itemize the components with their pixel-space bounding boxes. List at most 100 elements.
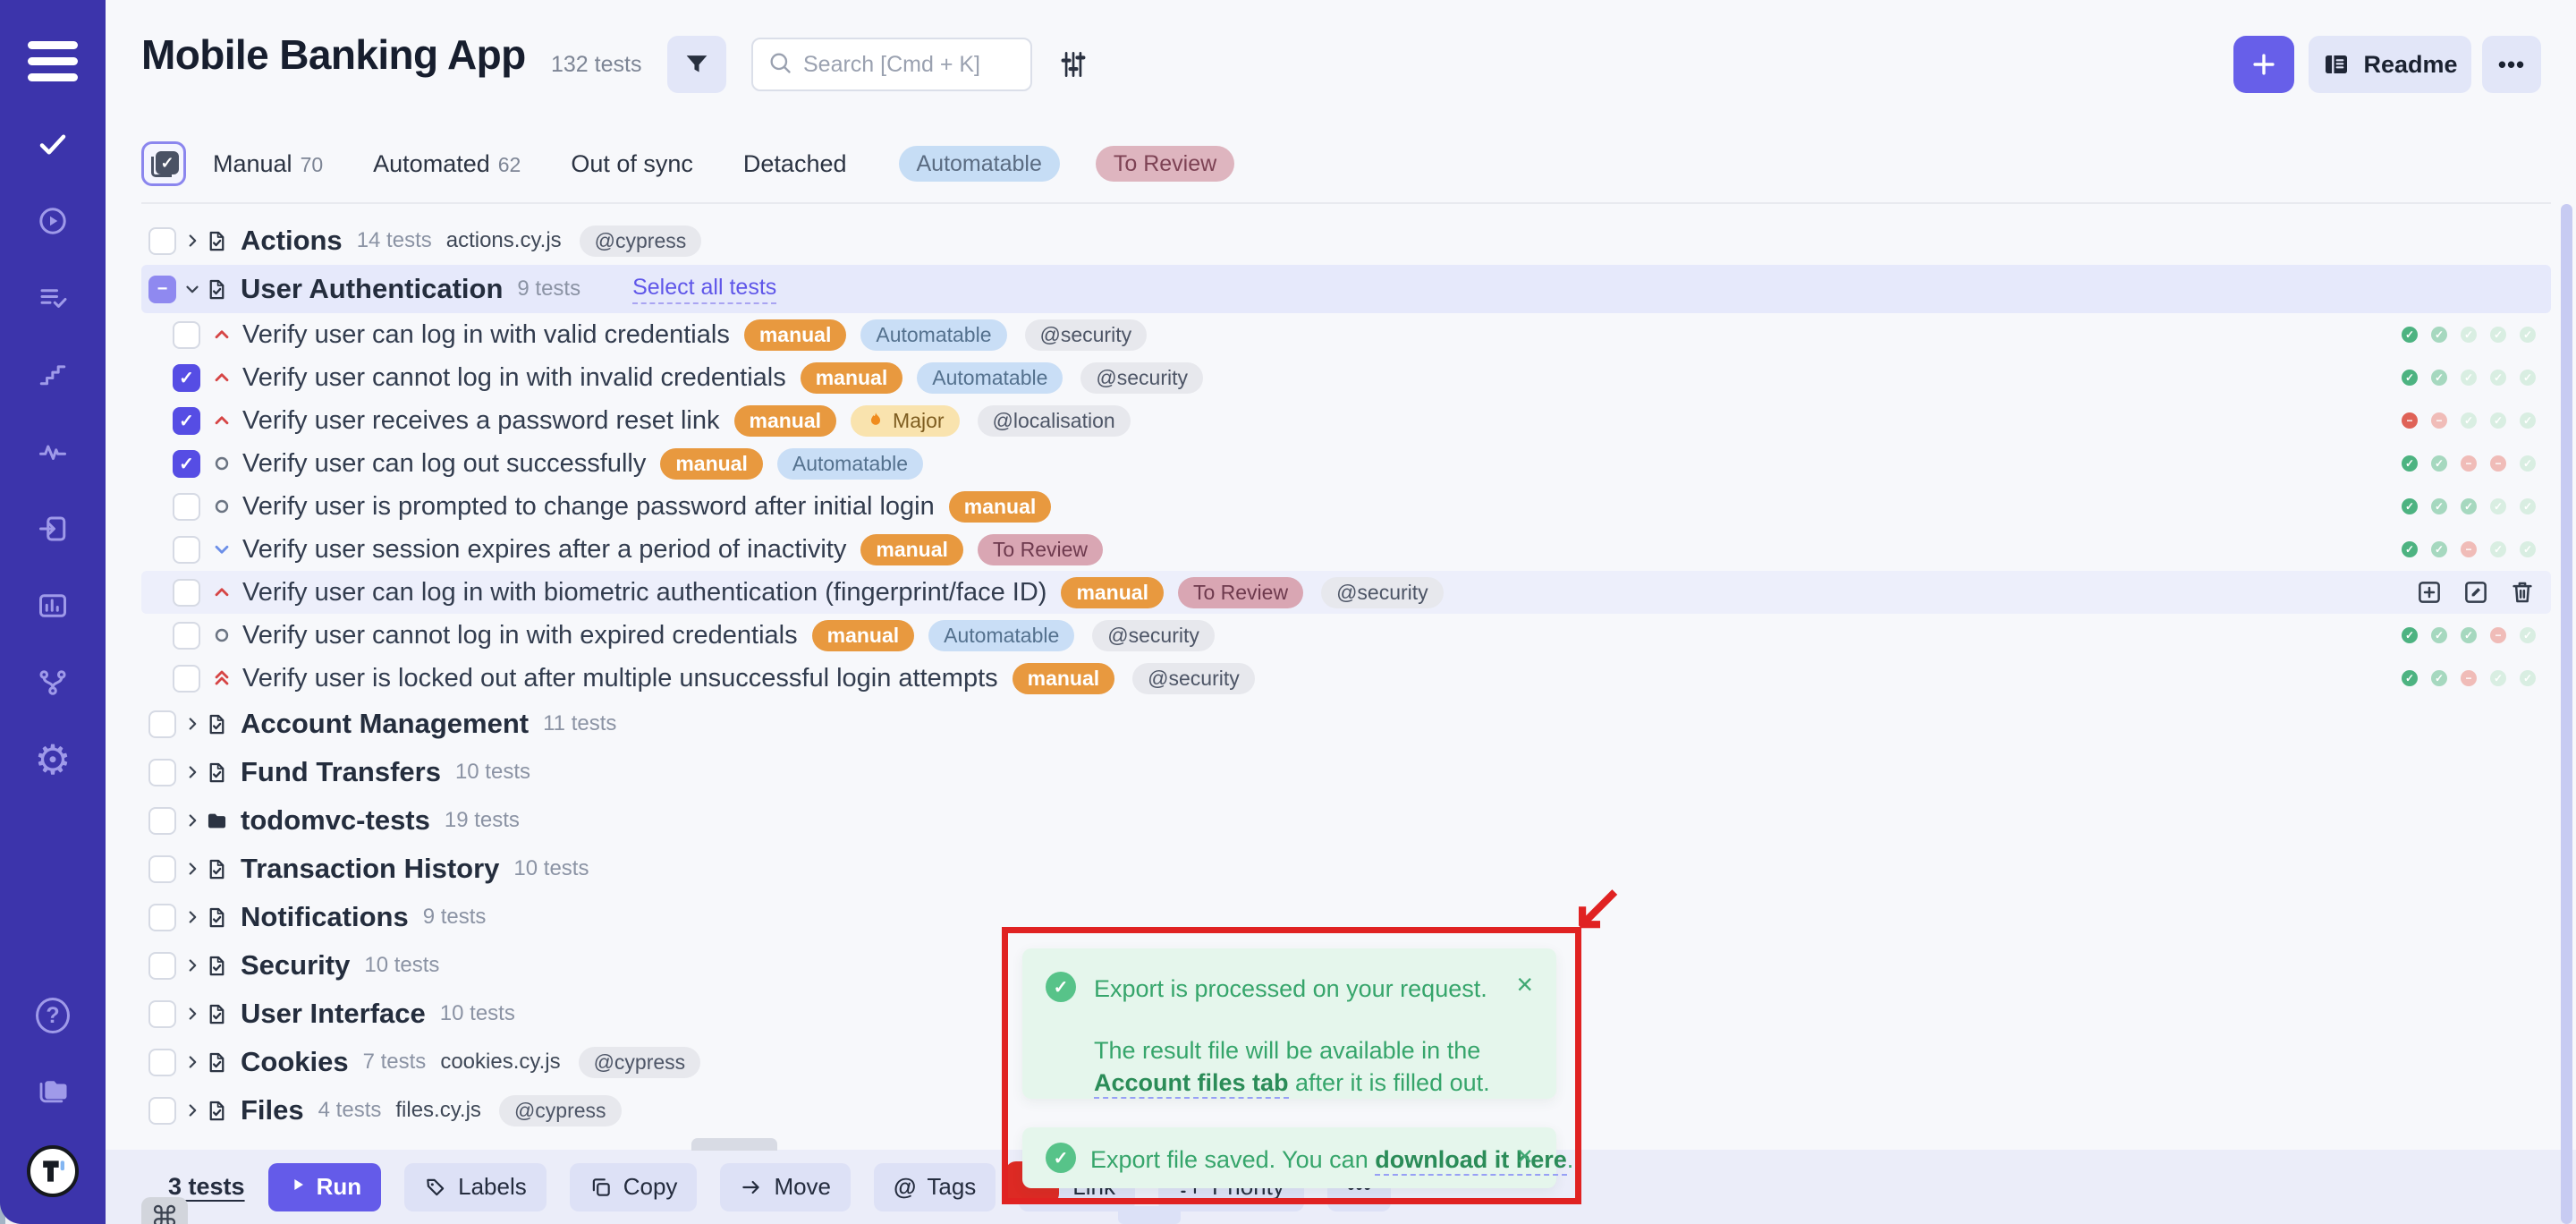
tag-pill[interactable]: @cypress [499, 1095, 622, 1126]
row-checkbox[interactable]: ✓ [173, 407, 200, 435]
pill-major[interactable]: Major [851, 405, 960, 437]
suite-name[interactable]: Files [241, 1094, 304, 1126]
row-checkbox[interactable] [148, 227, 176, 255]
chevron-right-icon[interactable] [182, 762, 202, 782]
tab-detached[interactable]: Detached [743, 150, 847, 178]
copy-button[interactable]: Copy [570, 1163, 698, 1211]
plans-list-check-icon[interactable] [36, 281, 70, 315]
account-files-tab-link[interactable]: Account files tab [1094, 1069, 1289, 1099]
suite-name[interactable]: Account Management [241, 708, 529, 740]
requirements-login-icon[interactable] [36, 512, 70, 546]
suite-name[interactable]: Cookies [241, 1046, 349, 1078]
help-icon[interactable]: ? [36, 999, 70, 1033]
settings-gear-icon[interactable]: ⚙ [36, 743, 70, 777]
suite-name[interactable]: todomvc-tests [241, 804, 430, 837]
row-checkbox[interactable] [173, 321, 200, 349]
projects-folders-icon[interactable] [36, 1072, 70, 1106]
tab-out-of-sync[interactable]: Out of sync [571, 150, 693, 178]
suite-name[interactable]: Actions [241, 225, 343, 257]
pill-manual[interactable]: manual [744, 319, 847, 351]
tag-pill[interactable]: @cypress [580, 225, 702, 257]
tab-automated[interactable]: Automated62 [373, 150, 521, 178]
filter-button[interactable] [667, 36, 726, 93]
analytics-chart-icon[interactable] [36, 589, 70, 623]
test-title[interactable]: Verify user session expires after a peri… [242, 535, 846, 565]
row-checkbox[interactable]: ✓ [173, 364, 200, 392]
edit-icon[interactable] [2462, 579, 2489, 606]
suite-name[interactable]: Transaction History [241, 853, 499, 885]
select-all-tests-link[interactable]: Select all tests [632, 275, 776, 304]
pill-manual[interactable]: manual [660, 448, 763, 480]
row-checkbox[interactable] [173, 665, 200, 693]
tags-button[interactable]: @Tags [874, 1163, 996, 1211]
tag-pill[interactable]: @security [1321, 577, 1444, 608]
pill-to-review[interactable]: To Review [978, 534, 1103, 565]
tag-pill[interactable]: @security [1092, 620, 1215, 651]
test-title[interactable]: Verify user can log in with biometric au… [242, 578, 1046, 608]
labels-button[interactable]: Labels [404, 1163, 547, 1211]
add-result-icon[interactable] [2416, 579, 2443, 606]
suite-name[interactable]: User Authentication [241, 273, 503, 305]
pill-automatable[interactable]: Automatable [777, 448, 923, 480]
more-button[interactable]: ••• [2482, 36, 2541, 93]
view-settings-icon[interactable] [1052, 43, 1095, 86]
row-checkbox[interactable] [148, 904, 176, 931]
pill-manual[interactable]: manual [1061, 577, 1164, 608]
tag-pill[interactable]: @security [1132, 663, 1255, 694]
pill-manual[interactable]: manual [801, 362, 903, 394]
tag-pill[interactable]: @localisation [978, 405, 1131, 437]
row-checkbox[interactable]: ✓ [173, 450, 200, 478]
suite-name[interactable]: Security [241, 949, 350, 982]
chevron-right-icon[interactable] [182, 1101, 202, 1120]
pill-to-review[interactable]: To Review [1178, 577, 1303, 608]
vertical-scrollbar[interactable] [2561, 204, 2572, 1224]
row-checkbox[interactable] [148, 1049, 176, 1076]
chevron-right-icon[interactable] [182, 714, 202, 734]
filter-pill-automatable[interactable]: Automatable [899, 146, 1060, 182]
row-checkbox[interactable] [173, 536, 200, 564]
pill-automatable[interactable]: Automatable [860, 319, 1006, 351]
test-title[interactable]: Verify user cannot log in with expired c… [242, 621, 798, 650]
chevron-right-icon[interactable] [182, 907, 202, 927]
avatar[interactable] [27, 1145, 79, 1197]
pill-manual[interactable]: manual [949, 491, 1052, 523]
row-checkbox[interactable] [148, 952, 176, 980]
tag-pill[interactable]: @security [1080, 362, 1203, 394]
integrations-branch-icon[interactable] [36, 666, 70, 700]
row-checkbox[interactable] [148, 855, 176, 883]
suite-name[interactable]: Notifications [241, 901, 409, 933]
defects-pulse-icon[interactable] [36, 435, 70, 469]
tab-manual[interactable]: Manual70 [213, 150, 323, 178]
search-input[interactable] [803, 52, 1091, 78]
test-title[interactable]: Verify user can log out successfully [242, 449, 646, 479]
tag-pill[interactable]: @security [1025, 319, 1148, 351]
chevron-right-icon[interactable] [182, 231, 202, 251]
row-checkbox[interactable] [173, 579, 200, 607]
run-button[interactable]: Run [268, 1163, 382, 1211]
row-checkbox[interactable] [148, 1000, 176, 1028]
test-title[interactable]: Verify user can log in with valid creden… [242, 320, 730, 350]
test-title[interactable]: Verify user is prompted to change passwo… [242, 492, 935, 522]
close-icon[interactable]: × [1516, 970, 1533, 999]
row-checkbox[interactable] [148, 759, 176, 786]
readme-button[interactable]: Readme [2309, 36, 2471, 93]
row-checkbox[interactable] [173, 493, 200, 521]
row-checkbox[interactable]: − [148, 276, 176, 303]
pill-manual[interactable]: manual [734, 405, 837, 437]
close-icon[interactable]: × [1516, 1142, 1533, 1170]
pill-manual[interactable]: manual [812, 620, 915, 651]
tests-check-icon[interactable] [36, 127, 70, 161]
chevron-right-icon[interactable] [182, 811, 202, 830]
pill-manual[interactable]: manual [860, 534, 963, 565]
chevron-right-icon[interactable] [182, 859, 202, 879]
move-button[interactable]: Move [720, 1163, 851, 1211]
chevron-right-icon[interactable] [182, 1052, 202, 1072]
pill-automatable[interactable]: Automatable [917, 362, 1063, 394]
suite-name[interactable]: User Interface [241, 998, 426, 1030]
row-checkbox[interactable] [173, 622, 200, 650]
runs-play-icon[interactable] [36, 204, 70, 238]
filter-pill-to-review[interactable]: To Review [1096, 146, 1234, 182]
test-title[interactable]: Verify user receives a password reset li… [242, 406, 720, 436]
pill-automatable[interactable]: Automatable [928, 620, 1074, 651]
chevron-right-icon[interactable] [182, 1004, 202, 1024]
